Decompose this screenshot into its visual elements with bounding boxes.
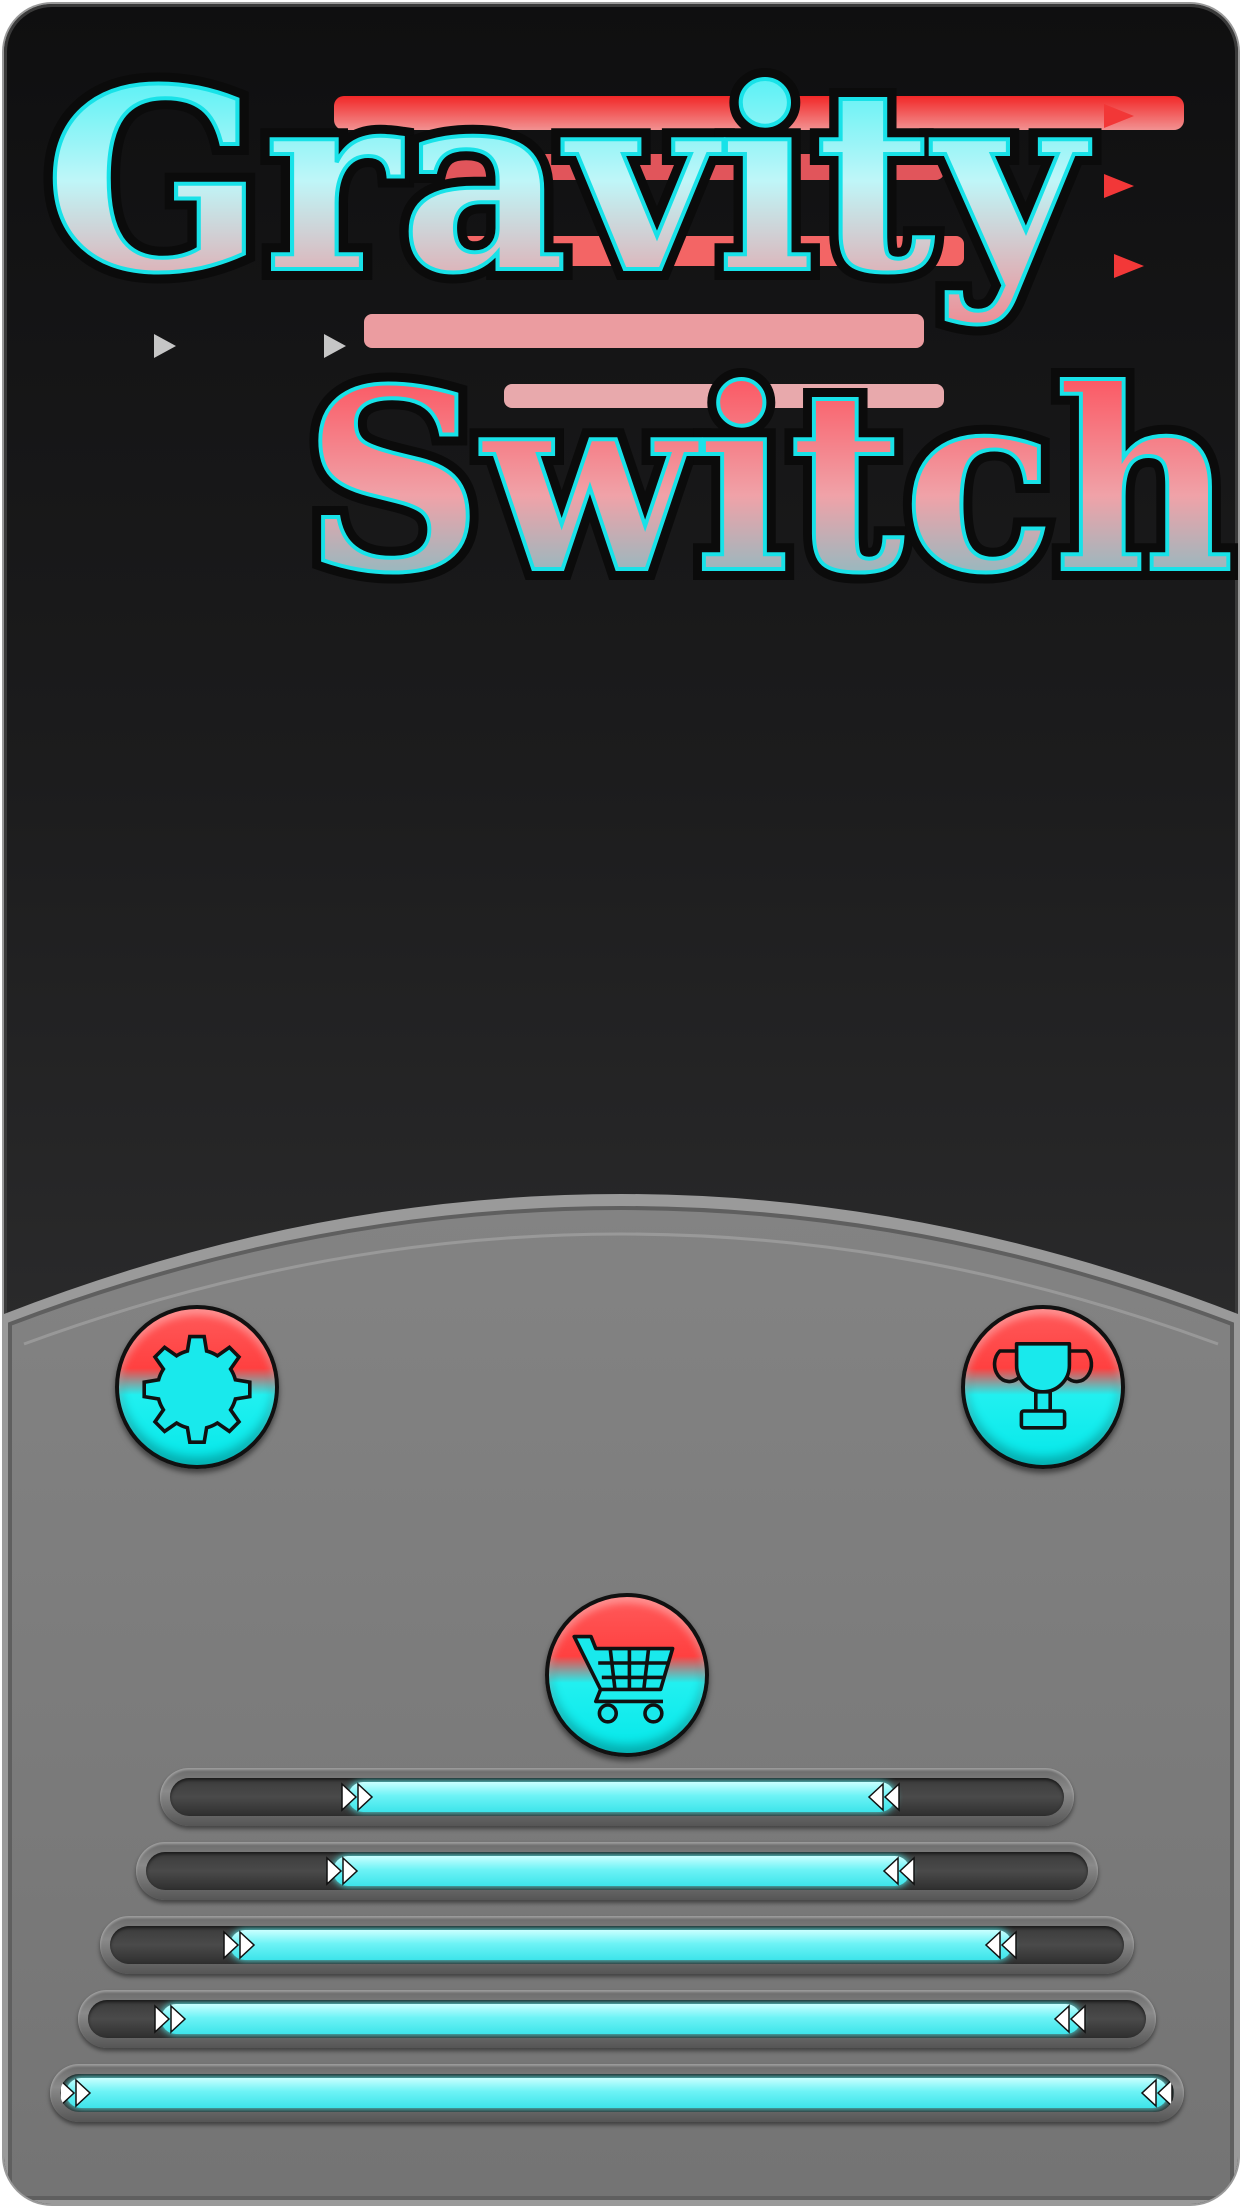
chevron-right-icon: [149, 2000, 193, 2038]
level-bar-track: [88, 2000, 1146, 2038]
level-bar-track: [170, 1778, 1064, 1816]
leaderboard-button[interactable]: [961, 1305, 1125, 1469]
game-title-logo: Gravity Gravity Switch Switch: [33, 23, 1238, 639]
chevron-left-icon: [1047, 2000, 1091, 2038]
title-line2: Switch: [304, 334, 1234, 628]
chevron-right-icon: [218, 1926, 262, 1964]
settings-button[interactable]: [115, 1305, 279, 1469]
level-bar[interactable]: [78, 1990, 1156, 2048]
chevron-left-icon: [876, 1852, 920, 1890]
level-bar-track: [60, 2074, 1174, 2112]
chevron-left-icon: [978, 1926, 1022, 1964]
chevron-left-icon: [861, 1778, 905, 1816]
level-bar[interactable]: [136, 1842, 1098, 1900]
level-bar-fill: [333, 1856, 910, 1886]
shop-button[interactable]: [545, 1593, 709, 1757]
level-bar-fill: [230, 1930, 1012, 1960]
level-bar[interactable]: [160, 1768, 1074, 1826]
level-bar-track: [146, 1852, 1088, 1890]
chevron-right-icon: [321, 1852, 365, 1890]
shopping-cart-icon: [572, 1634, 675, 1724]
level-bar-track: [110, 1926, 1124, 1964]
level-bar[interactable]: [100, 1916, 1134, 1974]
level-bar-fill: [348, 1782, 895, 1812]
chevron-right-icon: [60, 2074, 98, 2112]
chevron-right-icon: [336, 1778, 380, 1816]
game-screen: Gravity Gravity Switch Switch: [4, 4, 1238, 2204]
chevron-left-icon: [1134, 2074, 1174, 2112]
level-bar-fill: [66, 2078, 1168, 2108]
trophy-icon: [992, 1342, 1094, 1430]
title-line1-fill: Gravity: [44, 34, 1091, 328]
level-bar[interactable]: [50, 2064, 1184, 2122]
level-bar-fill: [161, 2004, 1081, 2034]
gear-icon: [142, 1334, 252, 1444]
